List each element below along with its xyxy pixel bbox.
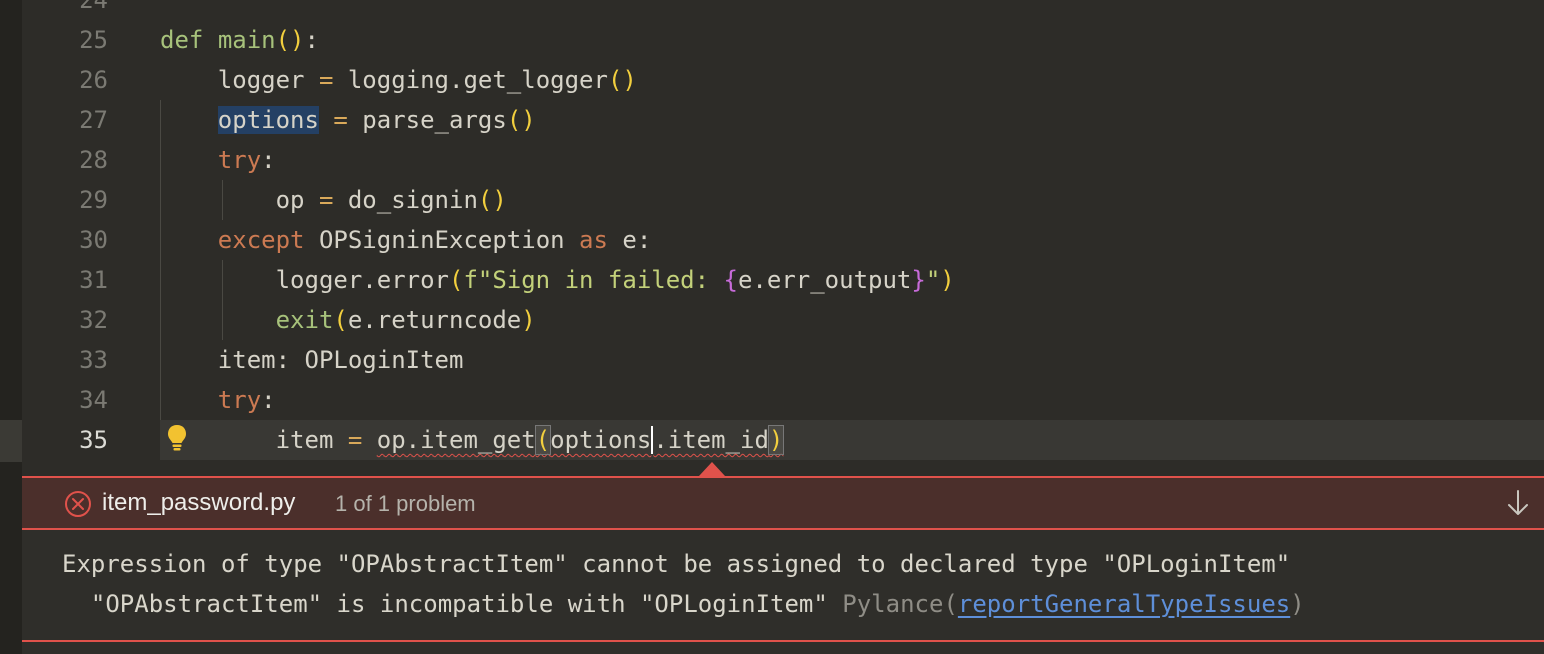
- code-line[interactable]: 26 logger = logging.get_logger(): [22, 60, 1544, 100]
- line-number: 31: [79, 266, 108, 294]
- line-number: 33: [79, 346, 108, 374]
- problem-message-line2: "OPAbstractItem" is incompatible with "O…: [62, 590, 1305, 618]
- line-number: 28: [79, 146, 108, 174]
- problem-detail-text: "OPAbstractItem" is incompatible with "O…: [90, 590, 828, 618]
- code-editor[interactable]: 24 25 def main(): 26 logger = logging.ge…: [22, 0, 1544, 470]
- code-text[interactable]: except OPSigninException as e:: [160, 226, 652, 254]
- code-line[interactable]: 31 logger.error(f"Sign in failed: {e.err…: [22, 260, 1544, 300]
- code-line[interactable]: 32 exit(e.returncode): [22, 300, 1544, 340]
- lightbulb-icon[interactable]: [166, 423, 188, 453]
- line-number: 29: [79, 186, 108, 214]
- problem-message-text: Expression of type "OPAbstractItem" cann…: [62, 550, 1291, 578]
- problem-count: 1 of 1 problem: [335, 491, 476, 516]
- line-number: 35: [79, 426, 108, 454]
- problem-message-line1: Expression of type "OPAbstractItem" cann…: [62, 550, 1290, 578]
- problem-peek-panel: item_password.py 1 of 1 problem Expressi…: [22, 462, 1544, 654]
- code-text[interactable]: op = do_signin(): [160, 186, 507, 214]
- code-line[interactable]: 28 try:: [22, 140, 1544, 180]
- line-number: 25: [79, 26, 108, 54]
- line-number: 34: [79, 386, 108, 414]
- code-line-gutter[interactable]: 35: [22, 420, 160, 460]
- current-line[interactable]: item = op.item_get(options.item_id): [160, 420, 1544, 460]
- problem-rule-link[interactable]: reportGeneralTypeIssues: [958, 590, 1290, 618]
- panel-pointer: [699, 462, 725, 476]
- code-line[interactable]: 25 def main():: [22, 20, 1544, 60]
- code-text[interactable]: try:: [160, 146, 276, 174]
- line-number: 24: [79, 0, 108, 14]
- code-text[interactable]: exit(e.returncode): [160, 306, 536, 334]
- code-line[interactable]: 33 item: OPLoginItem: [22, 340, 1544, 380]
- code-line[interactable]: 34 try:: [22, 380, 1544, 420]
- line-number: 30: [79, 226, 108, 254]
- problem-header: item_password.py 1 of 1 problem: [22, 476, 1544, 530]
- code-line[interactable]: 29 op = do_signin(): [22, 180, 1544, 220]
- code-text[interactable]: logger = logging.get_logger(): [160, 66, 637, 94]
- problem-source: Pylance: [842, 590, 944, 618]
- code-line[interactable]: 27 options = parse_args(): [22, 100, 1544, 140]
- text-cursor: [651, 426, 654, 454]
- code-text[interactable]: options = parse_args(): [160, 106, 536, 134]
- paren-open: (: [943, 590, 958, 618]
- arrow-down-icon[interactable]: [1504, 488, 1532, 518]
- line-number: 26: [79, 66, 108, 94]
- line-number: 27: [79, 106, 108, 134]
- code-line[interactable]: 30 except OPSigninException as e:: [22, 220, 1544, 260]
- code-text[interactable]: item = op.item_get(options.item_id): [160, 425, 785, 455]
- line-number: 32: [79, 306, 108, 334]
- panel-bottom-border: [22, 640, 1544, 642]
- paren-close: ): [1290, 590, 1305, 618]
- code-text[interactable]: logger.error(f"Sign in failed: {e.err_ou…: [160, 266, 955, 294]
- code-line[interactable]: 24: [22, 0, 1544, 20]
- code-text[interactable]: item: OPLoginItem: [160, 346, 464, 374]
- error-circle-icon: [65, 491, 91, 517]
- problem-file-name[interactable]: item_password.py: [102, 489, 295, 517]
- activity-bar: [0, 0, 22, 654]
- code-text[interactable]: try:: [160, 386, 276, 414]
- code-text[interactable]: def main():: [160, 26, 319, 54]
- activity-bar-marker: [0, 420, 22, 462]
